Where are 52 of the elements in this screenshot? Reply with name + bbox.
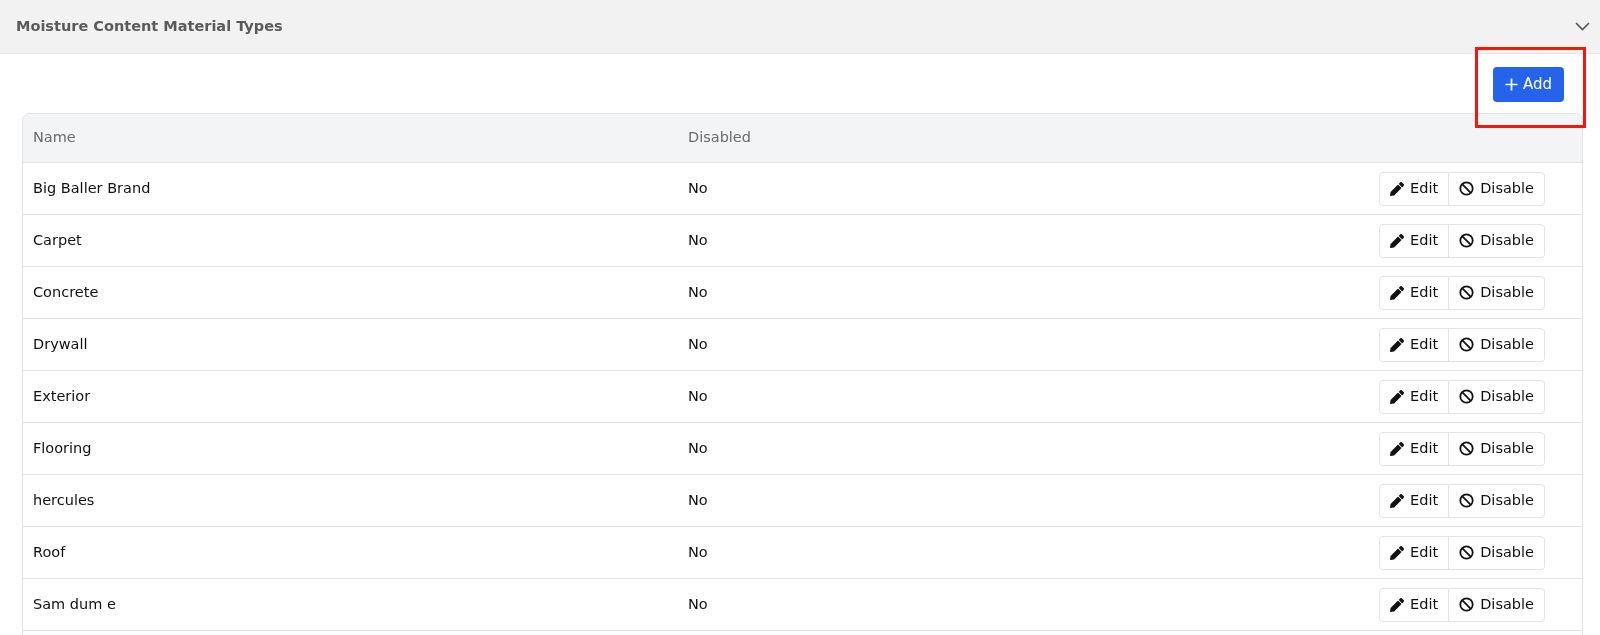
disabled-cell-text: No xyxy=(688,282,709,302)
disable-button[interactable]: Disable xyxy=(1448,536,1544,569)
column-header: Disabled xyxy=(688,128,752,148)
ban-icon xyxy=(1459,285,1475,300)
add-button[interactable]: Add xyxy=(1493,67,1564,102)
ban-icon xyxy=(1459,597,1475,612)
disable-button[interactable]: Disable xyxy=(1448,172,1544,205)
ban-icon xyxy=(1459,389,1475,404)
name-cell-text: Roof xyxy=(33,542,67,562)
ban-icon xyxy=(1459,337,1475,352)
pencil-icon xyxy=(1390,493,1405,508)
ban-icon xyxy=(1459,545,1475,560)
ban-icon xyxy=(1459,233,1475,248)
disabled-cell-text: No xyxy=(688,178,709,198)
name-cell-text: Flooring xyxy=(33,438,93,458)
disabled-cell-text: No xyxy=(688,334,709,354)
disable-button[interactable]: Disable xyxy=(1448,432,1544,465)
section-title: Moisture Content Material Types xyxy=(16,16,283,36)
pencil-icon xyxy=(1390,597,1405,612)
pencil-icon xyxy=(1390,285,1405,300)
disable-button[interactable]: Disable xyxy=(1448,380,1544,413)
name-cell-text: Drywall xyxy=(33,334,89,354)
disable-button[interactable]: Disable xyxy=(1448,484,1544,517)
ban-icon xyxy=(1459,441,1475,456)
disabled-cell-text: No xyxy=(688,438,709,458)
name-cell-text: Big Baller Brand xyxy=(33,178,152,198)
name-cell-text: Carpet xyxy=(33,230,83,250)
plus-icon xyxy=(1504,78,1518,91)
disabled-cell-text: No xyxy=(688,542,709,562)
disabled-cell-text: No xyxy=(688,386,709,406)
name-cell-text: hercules xyxy=(33,490,96,510)
section-header[interactable]: Moisture Content Material Types xyxy=(0,0,1600,54)
pencil-icon xyxy=(1390,441,1405,456)
ban-icon xyxy=(1459,181,1475,196)
column-header: Name xyxy=(33,128,77,148)
disabled-cell-text: No xyxy=(688,490,709,510)
name-cell-text: Exterior xyxy=(33,386,92,406)
name-cell-text: Sam dum e xyxy=(33,594,117,614)
disable-button[interactable]: Disable xyxy=(1448,224,1544,257)
disable-button[interactable]: Disable xyxy=(1448,588,1544,621)
pencil-icon xyxy=(1390,389,1405,404)
pencil-icon xyxy=(1390,181,1405,196)
pencil-icon xyxy=(1390,233,1405,248)
ban-icon xyxy=(1459,493,1475,508)
pencil-icon xyxy=(1390,337,1405,352)
disabled-cell-text: No xyxy=(688,594,709,614)
name-cell-text: Concrete xyxy=(33,282,100,302)
chevron-down-icon[interactable] xyxy=(1575,22,1590,31)
disable-button[interactable]: Disable xyxy=(1448,276,1544,309)
disabled-cell-text: No xyxy=(688,230,709,250)
disable-button[interactable]: Disable xyxy=(1448,328,1544,361)
pencil-icon xyxy=(1390,545,1405,560)
